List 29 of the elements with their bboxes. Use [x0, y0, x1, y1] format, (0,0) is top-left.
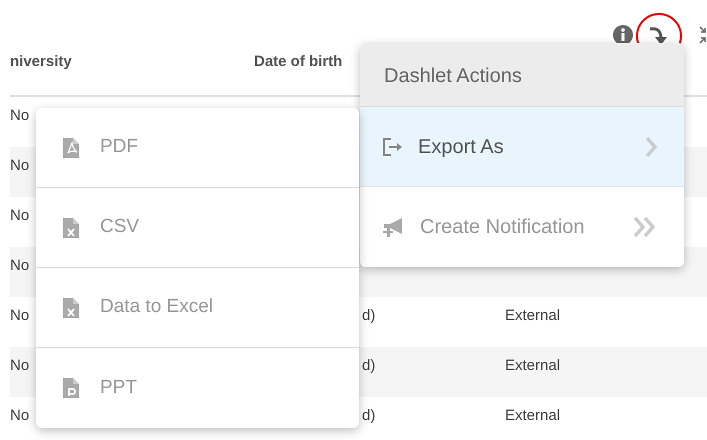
menu-item[interactable]: PDF — [36, 108, 359, 188]
menu-item[interactable]: CSV — [36, 188, 359, 268]
collapse-icon[interactable] — [699, 25, 707, 45]
table-cell: No — [10, 407, 30, 424]
file-icon — [62, 136, 80, 158]
menu-item[interactable]: Create Notification — [360, 187, 684, 267]
chevron-right-icon — [644, 136, 658, 158]
column-header[interactable]: niversity — [10, 51, 254, 74]
table-cell: No — [10, 257, 30, 274]
menu-item[interactable]: PPT — [36, 348, 359, 428]
table-cell: External — [505, 357, 560, 374]
menu-item[interactable]: Export As — [360, 107, 684, 187]
file-icon — [62, 377, 80, 399]
file-icon — [62, 216, 80, 238]
table-cell: No — [10, 307, 30, 324]
table-cell: No — [10, 207, 30, 224]
table-cell: d) — [362, 307, 376, 324]
table-cell: External — [505, 307, 560, 324]
table-cell: d) — [362, 407, 376, 424]
table-cell: No — [10, 157, 30, 174]
file-icon — [62, 296, 80, 318]
table-cell: No — [10, 107, 30, 124]
double-chevron-right-icon — [632, 216, 658, 238]
table-cell: d) — [362, 357, 376, 374]
menu-item[interactable]: Data to Excel — [36, 268, 359, 348]
table-cell: External — [505, 407, 560, 424]
export-icon — [382, 136, 404, 156]
table-cell: No — [10, 357, 30, 374]
menu-title: Dashlet Actions — [360, 43, 684, 107]
